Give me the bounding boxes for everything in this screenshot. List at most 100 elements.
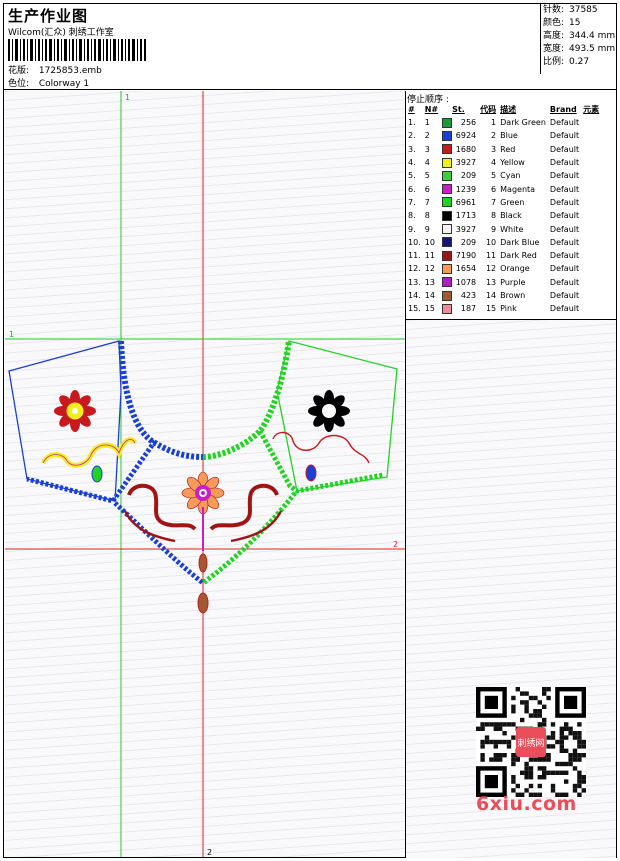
table-row[interactable]: 8. 8 1713 8 Black Default	[406, 209, 601, 222]
design-file-line: 花版: 1725853.emb	[8, 63, 102, 76]
qr-module	[550, 731, 556, 736]
qr-module	[480, 757, 485, 762]
qr-module	[581, 775, 586, 780]
row-stitches: 209	[460, 171, 477, 181]
qr-module	[542, 704, 547, 709]
row-index: 7.	[408, 197, 416, 207]
qr-module	[480, 744, 485, 749]
qr-module	[550, 770, 556, 775]
qr-module	[568, 731, 573, 736]
row-stitches: 3927	[455, 158, 477, 168]
row-code: 15	[485, 304, 497, 314]
table-row[interactable]: 14. 14 423 14 Brown Default	[406, 289, 601, 302]
table-row[interactable]: 6. 6 1239 6 Magenta Default	[406, 182, 601, 195]
table-row[interactable]: 7. 7 6961 7 Green Default	[406, 196, 601, 209]
row-brand: Default	[549, 118, 580, 128]
qr-module	[572, 748, 578, 753]
design-stats: 针数: 37585 颜色: 15 高度: 344.4 mm 宽度: 493.5 mm 比…	[540, 4, 616, 74]
qr-module	[550, 783, 556, 789]
color-swatch	[442, 263, 453, 274]
row-index: 4.	[408, 158, 416, 168]
row-description: Dark Blue	[500, 237, 540, 247]
row-index: 14.	[408, 291, 421, 300]
brown-drop-2	[197, 592, 209, 614]
row-element	[581, 116, 601, 129]
table-row[interactable]: 2. 2 6924 2 Blue Default	[406, 129, 601, 142]
qr-module	[533, 695, 538, 701]
qr-module	[559, 726, 564, 731]
table-row[interactable]: 15. 15 187 15 Pink Default	[406, 302, 601, 315]
table-header-row: # N# St. 代码 描述 Brand 元素	[406, 103, 601, 116]
qr-finder	[484, 775, 498, 789]
qr-module	[559, 761, 564, 767]
row-brand: Default	[549, 197, 580, 207]
qr-module	[480, 726, 485, 731]
qr-module	[537, 700, 542, 705]
qr-module	[493, 739, 498, 745]
row-stitches: 6924	[455, 131, 477, 141]
qr-module	[476, 726, 481, 731]
embroidery-preview: 1 2 1 2	[5, 91, 405, 857]
table-row[interactable]: 1. 1 256 1 Dark Green Default	[406, 116, 601, 129]
row-description: Blue	[500, 131, 518, 141]
row-element	[581, 129, 601, 142]
color-swatch	[442, 197, 453, 208]
qr-module	[528, 766, 534, 771]
color-swatch	[442, 224, 453, 235]
qr-module	[502, 739, 507, 745]
qr-module	[511, 735, 516, 740]
row-code: 10	[485, 237, 497, 247]
qr-module	[577, 770, 582, 775]
table-row[interactable]: 11. 11 7190 11 Dark Red Default	[406, 249, 601, 262]
row-description: Magenta	[500, 184, 536, 194]
qr-module	[528, 783, 534, 789]
table-row[interactable]: 10. 10 209 10 Dark Blue Default	[406, 236, 601, 249]
table-row[interactable]: 5. 5 209 5 Cyan Default	[406, 169, 601, 182]
qr-module	[546, 735, 551, 740]
qr-module	[524, 788, 529, 793]
row-brand: Default	[549, 237, 580, 247]
row-brand: Default	[549, 211, 580, 221]
qr-module	[550, 788, 556, 793]
qr-module	[577, 775, 582, 780]
qr-module	[484, 722, 490, 727]
table-row[interactable]: 12. 12 1654 12 Orange Default	[406, 262, 601, 275]
qr-module	[515, 757, 520, 762]
row-description: Dark Red	[500, 251, 537, 261]
qr-module	[564, 748, 569, 753]
design-canvas[interactable]: 1 2 1 2	[5, 91, 406, 857]
row-needle: 11	[424, 251, 435, 261]
table-row[interactable]: 3. 3 1680 3 Red Default	[406, 143, 601, 156]
row-element	[581, 182, 601, 195]
qr-module	[542, 691, 547, 696]
qr-module	[577, 722, 582, 727]
qr-module	[511, 775, 516, 780]
color-swatch	[442, 157, 453, 168]
qr-module	[546, 744, 551, 749]
row-description: Yellow	[500, 158, 525, 168]
qr-module	[564, 761, 569, 767]
table-row[interactable]: 4. 4 3927 4 Yellow Default	[406, 156, 601, 169]
row-needle: 5	[424, 171, 430, 181]
brown-drop-1	[198, 553, 208, 573]
row-index: 2.	[408, 131, 416, 141]
row-code: 12	[485, 264, 497, 274]
qr-module	[555, 770, 560, 775]
row-brand: Default	[549, 277, 580, 287]
table-row[interactable]: 13. 13 1078 13 Purple Default	[406, 276, 601, 289]
sheet-title: 生产作业图	[8, 7, 89, 25]
row-index: 11.	[408, 251, 421, 261]
qr-module	[577, 783, 582, 789]
color-sequence-table: # N# St. 代码 描述 Brand 元素 1. 1 256 1 Dark Gree…	[406, 103, 601, 315]
qr-module	[484, 735, 490, 740]
row-index: 12.	[408, 264, 421, 274]
color-sequence-panel: 停止顺序 : # N# St. 代码 描述 Brand 元素 1. 1 256 1 Da…	[406, 91, 616, 858]
black-flower-motif	[308, 390, 350, 432]
qr-module	[498, 726, 503, 731]
qr-module	[502, 731, 507, 736]
row-code: 7	[491, 197, 497, 207]
row-brand: Default	[549, 144, 580, 154]
table-row[interactable]: 9. 9 3927 9 White Default	[406, 222, 601, 235]
qr-module	[511, 722, 516, 727]
stat-stitches: 针数: 37585	[543, 5, 598, 15]
